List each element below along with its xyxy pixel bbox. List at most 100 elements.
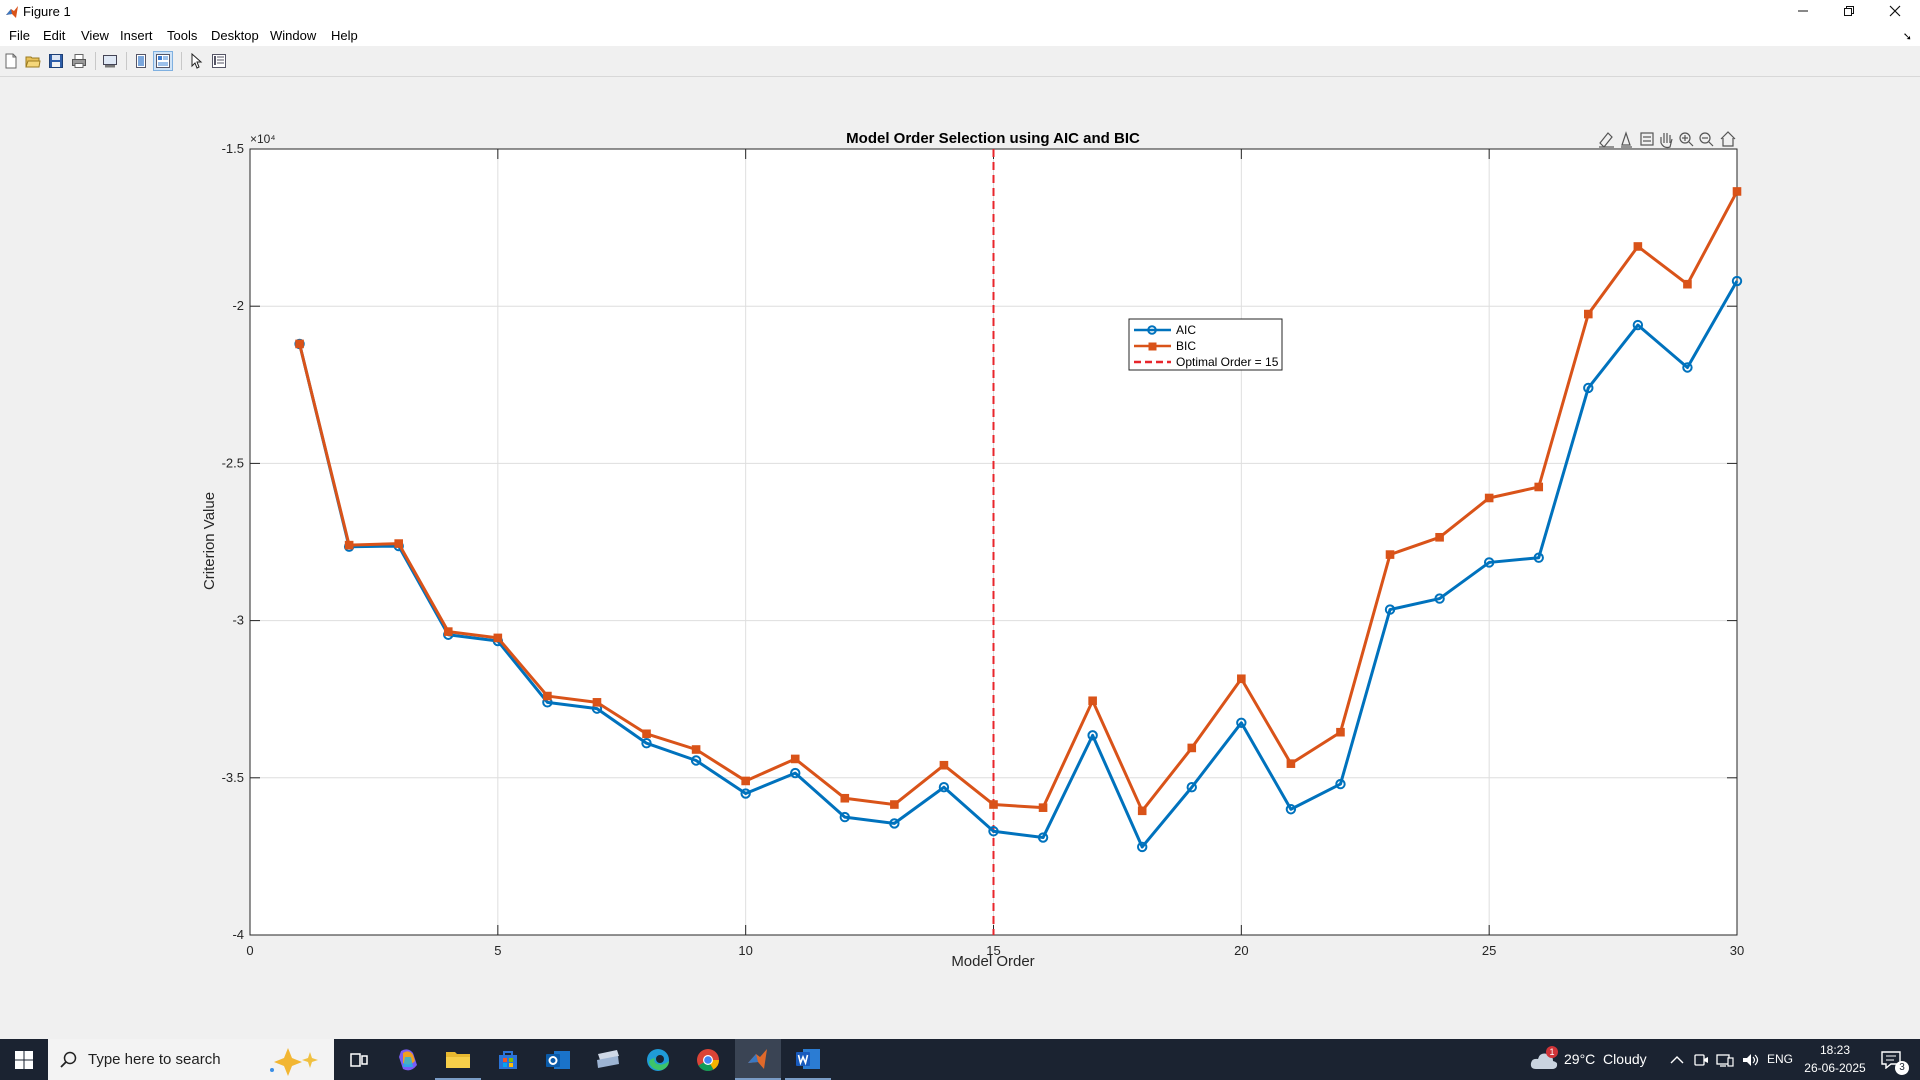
x-tick-label: 30 xyxy=(1730,943,1744,958)
menu-desktop[interactable]: Desktop xyxy=(211,28,259,43)
notifications-button[interactable]: 3 xyxy=(1878,1039,1918,1080)
bic-point xyxy=(543,691,552,701)
x-axis-label: Model Order xyxy=(951,953,1034,970)
x-tick-label: 0 xyxy=(246,943,253,958)
menu-edit[interactable]: Edit xyxy=(43,28,65,43)
weather-widget[interactable]: 1 29°C Cloudy xyxy=(1530,1039,1716,1080)
menu-view[interactable]: View xyxy=(81,28,109,43)
y-tick-label: -4 xyxy=(232,927,244,942)
zoom-out-icon[interactable] xyxy=(1699,132,1714,147)
outlook-button[interactable] xyxy=(535,1039,581,1080)
edge-button[interactable] xyxy=(635,1039,681,1080)
file-explorer-button[interactable] xyxy=(435,1039,481,1080)
x-tick-label: 10 xyxy=(738,943,752,958)
menu-window[interactable]: Window xyxy=(270,28,316,43)
y-tick-label: -3.5 xyxy=(222,770,244,785)
weather-text: 29°C Cloudy xyxy=(1564,1051,1647,1067)
search-highlight-icon xyxy=(270,1048,318,1076)
toolbar-separator xyxy=(95,52,96,70)
zoom-in-icon[interactable] xyxy=(1679,132,1694,147)
chrome-button[interactable] xyxy=(685,1039,731,1080)
menu-file[interactable]: File xyxy=(9,28,30,43)
close-icon xyxy=(1889,5,1901,17)
y-tick-label: -1.5 xyxy=(222,141,244,156)
bic-point xyxy=(295,339,304,349)
link-plot-button[interactable] xyxy=(100,51,120,71)
figure-canvas: 0 5 10 15 20 25 30 -4 -3.5 -3 -2.5 -2 -1.5 Model Ord… xyxy=(0,77,1920,1039)
minimize-button[interactable] xyxy=(1780,0,1826,22)
clock-time: 18:23 xyxy=(1819,1043,1851,1057)
restore-button[interactable] xyxy=(1826,0,1872,22)
word-button[interactable] xyxy=(785,1039,831,1080)
bic-point xyxy=(344,540,354,550)
bic-point xyxy=(1484,493,1494,503)
bic-point xyxy=(592,698,602,707)
bic-point xyxy=(1137,806,1147,816)
save-icon xyxy=(49,54,63,68)
new-figure-button[interactable] xyxy=(1,51,21,71)
volume-icon[interactable] xyxy=(1742,1052,1760,1068)
store-button[interactable] xyxy=(485,1039,531,1080)
restore-view-icon[interactable] xyxy=(1640,132,1654,146)
bic-point xyxy=(890,800,899,809)
start-button[interactable] xyxy=(0,1039,48,1080)
bic-point xyxy=(1286,759,1296,768)
y-axis-exponent: ×10⁴ xyxy=(250,132,276,146)
title-bar: Figure 1 xyxy=(0,0,1920,24)
bic-point xyxy=(939,760,949,770)
edit-plot-icon xyxy=(191,53,203,69)
clock-date: 26-06-2025 xyxy=(1804,1061,1866,1075)
print-button[interactable] xyxy=(69,51,89,71)
brush-icon[interactable] xyxy=(1599,132,1614,148)
show-hidden-icons-icon[interactable] xyxy=(1670,1055,1684,1065)
property-inspector-button[interactable] xyxy=(209,51,229,71)
open-file-icon xyxy=(25,56,41,68)
menu-bar: File Edit View Insert Tools Desktop Wind… xyxy=(0,24,1920,46)
bic-point xyxy=(1435,532,1444,542)
menu-insert[interactable]: Insert xyxy=(120,28,153,43)
bic-point xyxy=(443,627,453,636)
matlab-icon xyxy=(748,1048,767,1069)
open-file-button[interactable] xyxy=(23,51,43,71)
y-axis-label: Criterion Value xyxy=(201,492,218,590)
show-plot-tools-button[interactable] xyxy=(153,51,173,71)
dock-figure-icon[interactable]: ➘ xyxy=(1903,30,1912,43)
bic-point xyxy=(1584,309,1593,319)
taskbar: Type here to search 1 29°C Cloudy ENG 18… xyxy=(0,1039,1920,1080)
menu-tools[interactable]: Tools xyxy=(167,28,197,43)
bic-point xyxy=(1534,482,1544,492)
copilot-button[interactable] xyxy=(385,1039,431,1080)
bic-point xyxy=(1336,727,1345,737)
legend-bic-label: BIC xyxy=(1176,339,1196,353)
store-icon xyxy=(499,1050,517,1069)
file-manager-button[interactable] xyxy=(585,1039,631,1080)
meet-now-icon[interactable] xyxy=(1693,1052,1709,1068)
copilot-icon xyxy=(399,1048,417,1070)
close-button[interactable] xyxy=(1872,0,1918,22)
matlab-taskbar-button[interactable] xyxy=(735,1039,781,1080)
bic-point xyxy=(1385,550,1395,559)
menu-help[interactable]: Help xyxy=(331,28,358,43)
network-icon[interactable] xyxy=(1716,1052,1734,1068)
legend[interactable]: AIC BIC Optimal Order = 15 xyxy=(1128,318,1283,371)
home-icon[interactable] xyxy=(1720,131,1736,147)
y-tick-label: -2.5 xyxy=(222,455,244,470)
chrome-icon xyxy=(697,1048,719,1071)
bic-point xyxy=(1732,187,1742,196)
task-view-icon xyxy=(350,1052,368,1067)
edit-plot-button[interactable] xyxy=(186,51,206,71)
save-button[interactable] xyxy=(46,51,66,71)
pan-icon[interactable] xyxy=(1660,133,1673,149)
hide-plot-tools-button[interactable] xyxy=(131,51,151,71)
data-tips-icon[interactable] xyxy=(1621,131,1632,148)
clock[interactable]: 18:23 26-06-2025 xyxy=(1800,1041,1880,1079)
language-indicator[interactable]: ENG xyxy=(1767,1052,1793,1066)
windows-logo-icon xyxy=(15,1050,33,1069)
chart-svg: 0 5 10 15 20 25 30-4-3.5-3-2.5-2-1.5 Model Ord… xyxy=(201,130,1744,970)
taskbar-search[interactable]: Type here to search xyxy=(48,1039,334,1080)
bic-point xyxy=(840,793,850,803)
task-view-button[interactable] xyxy=(336,1039,382,1080)
property-inspector-icon xyxy=(212,54,226,68)
legend-optimal-label: Optimal Order = 15 xyxy=(1176,355,1279,369)
x-tick-label: 25 xyxy=(1482,943,1496,958)
